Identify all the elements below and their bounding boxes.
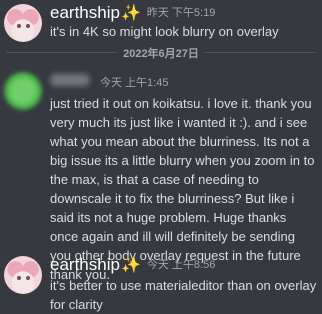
message-timestamp: 今天 上午8:56 [146, 259, 216, 271]
username-label[interactable]: earthship [50, 3, 120, 22]
username-redacted [50, 74, 90, 86]
date-divider: 2022年6月27日 [117, 45, 205, 61]
message-timestamp: 今天 上午1:45 [100, 77, 169, 89]
username[interactable]: earthship✨ 今天 上午8:56 [50, 255, 215, 275]
avatar[interactable] [4, 72, 42, 110]
username[interactable]: earthship✨ 昨天 下午5:19 [50, 3, 215, 23]
sparkle-icon: ✨ [120, 257, 141, 274]
message-timestamp: 昨天 下午5:19 [146, 7, 216, 19]
avatar[interactable] [4, 4, 42, 42]
message-text: it's better to use materialeditor than o… [50, 278, 317, 312]
sparkle-icon: ✨ [120, 5, 141, 22]
avatar[interactable] [4, 256, 42, 294]
message-text: it's in 4K so might look blurry on overl… [50, 24, 279, 39]
username-label[interactable]: earthship [50, 255, 120, 274]
